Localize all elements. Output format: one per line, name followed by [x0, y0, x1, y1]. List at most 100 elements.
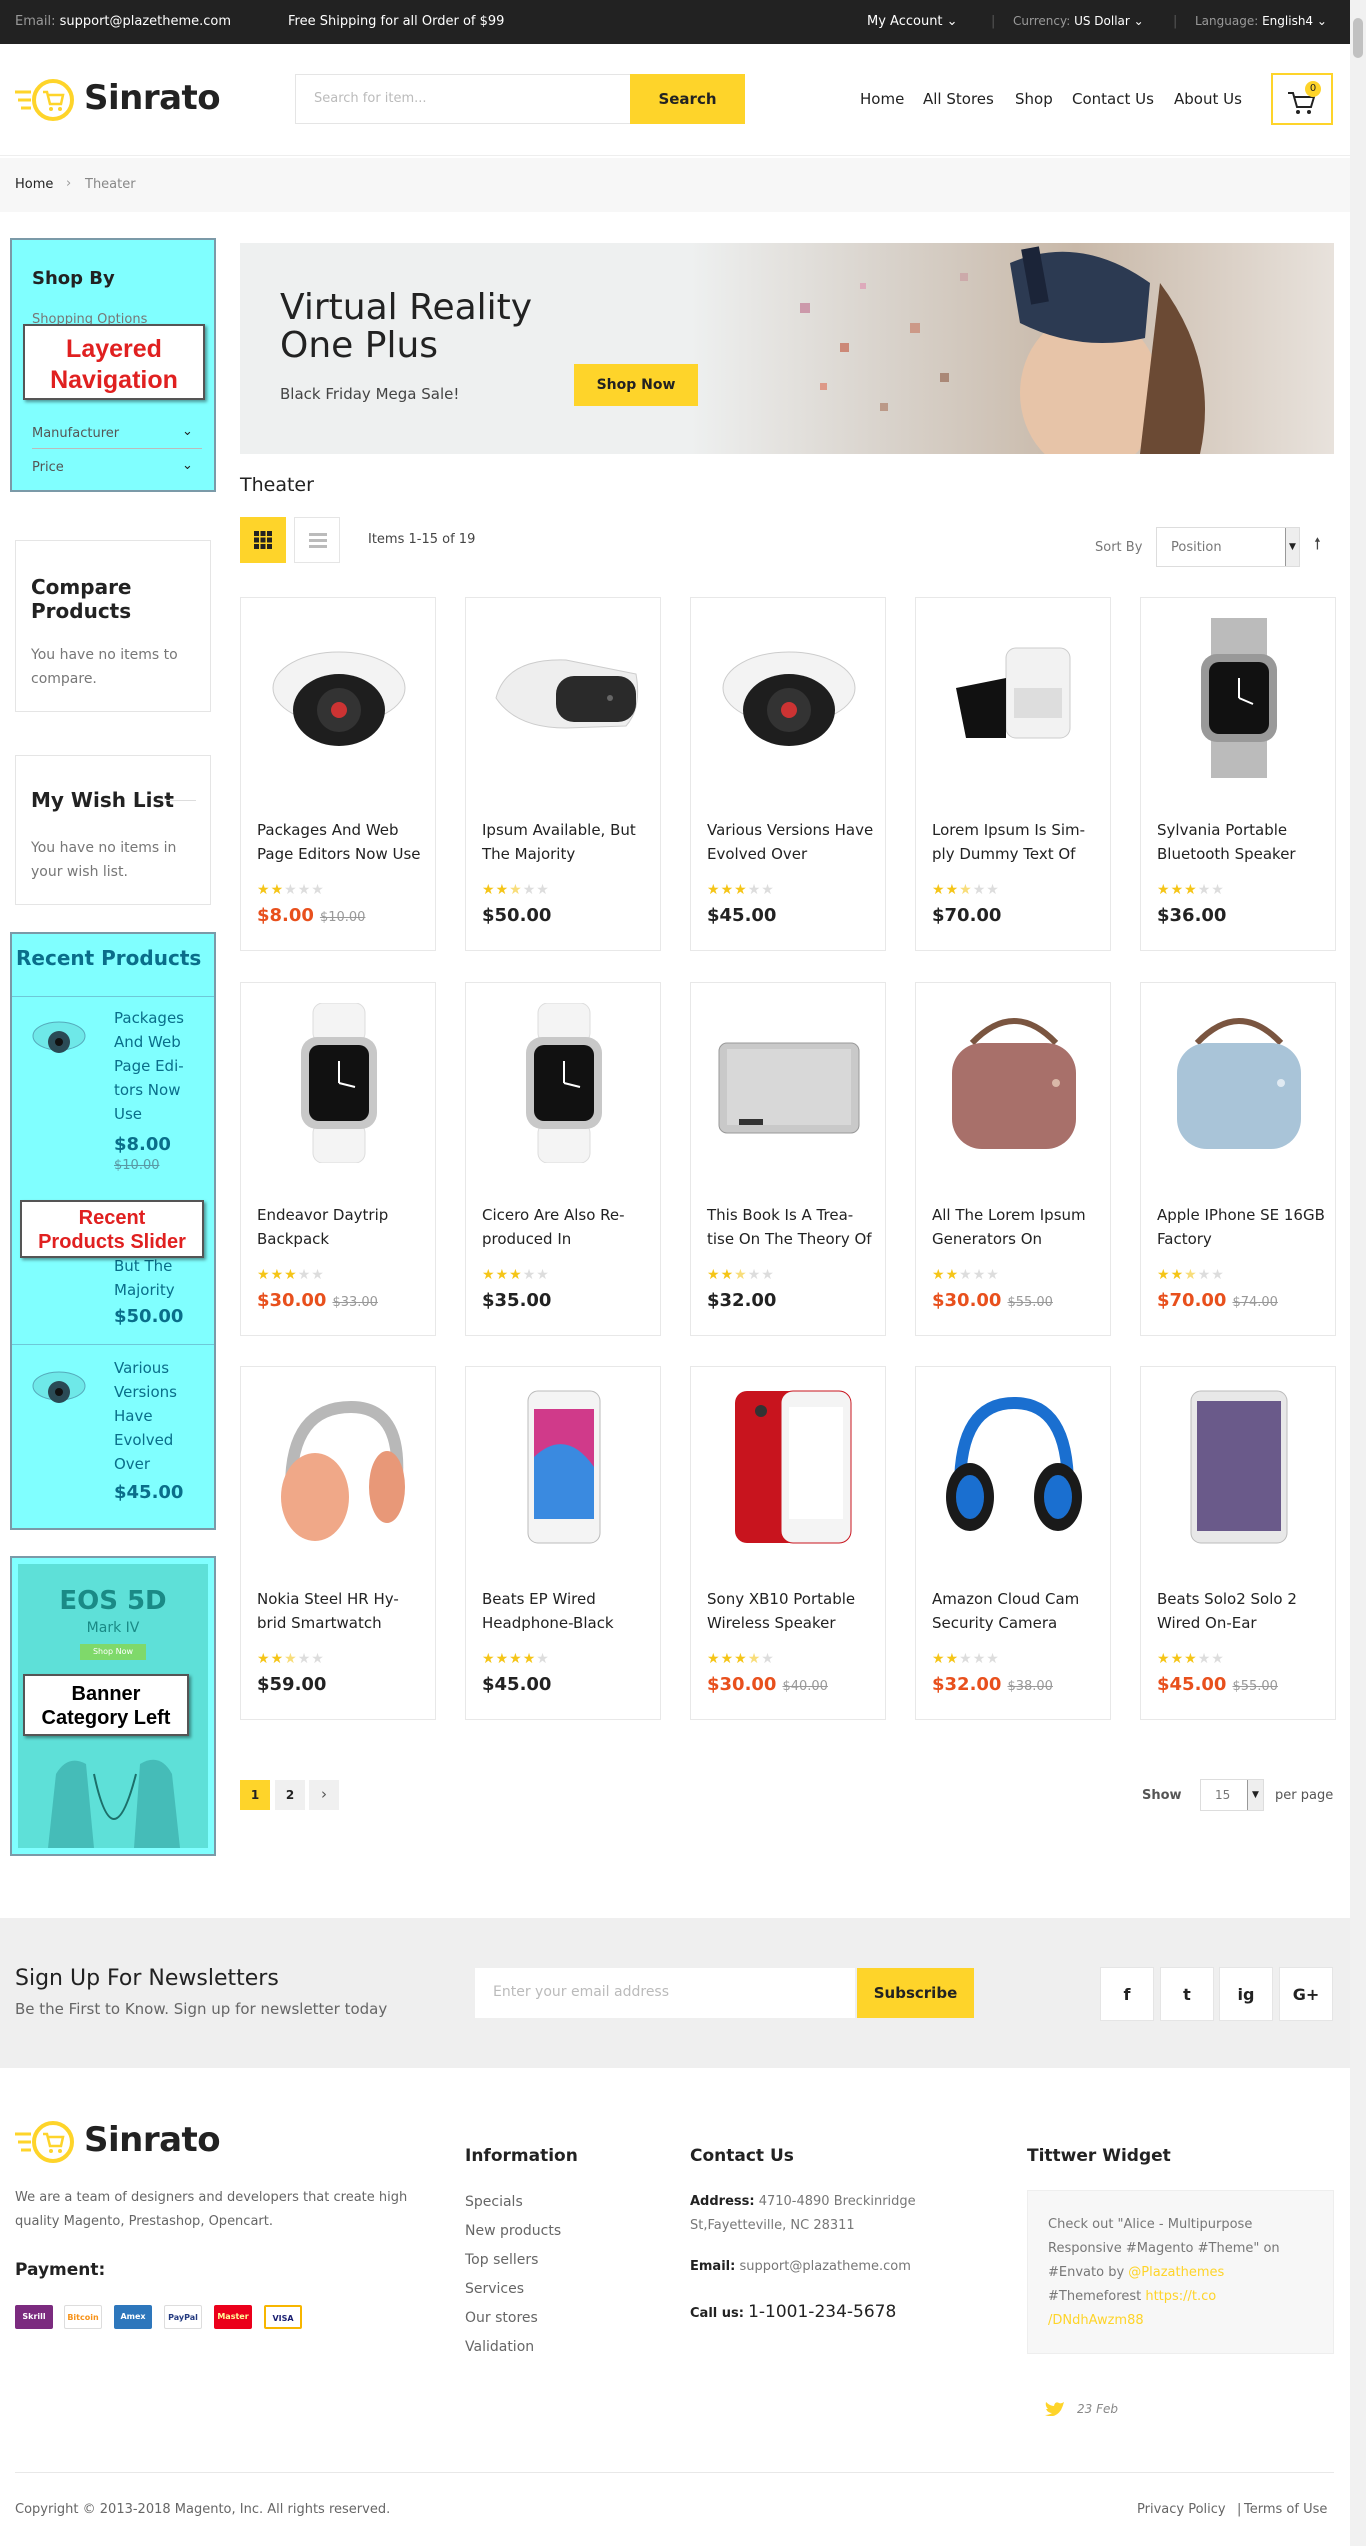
email-value[interactable]: support@plazetheme.com — [60, 14, 231, 29]
product-image-dome-camera-icon[interactable] — [711, 618, 867, 778]
product-name[interactable]: All The Lorem Ipsum Generators On — [932, 1203, 1102, 1251]
product-thumb-dome-camera-icon[interactable] — [30, 1012, 88, 1068]
footer-link-our-stores[interactable]: Our stores — [465, 2310, 538, 2326]
product-name[interactable]: Lorem Ipsum Is Sim-ply Dummy Text Of — [932, 818, 1102, 866]
recent-item-name[interactable]: Various Versions Have Evolved Over — [114, 1356, 177, 1476]
footer-link-new-products[interactable]: New products — [465, 2223, 561, 2239]
cart-logo-icon[interactable] — [15, 78, 77, 122]
breadcrumb-home[interactable]: Home — [15, 177, 53, 192]
product-image-iphone-red-icon[interactable] — [711, 1387, 867, 1547]
product-name[interactable]: Amazon Cloud Cam Security Camera — [932, 1587, 1102, 1635]
vertical-scrollbar[interactable] — [1350, 0, 1366, 2546]
product-image-speaker-blue-icon[interactable] — [1161, 1003, 1317, 1163]
product-name[interactable]: Sylvania Portable Bluetooth Speaker — [1157, 818, 1327, 866]
product-image-vr-headset-white-icon[interactable] — [486, 618, 642, 778]
product-card[interactable]: Endeavor Daytrip Backpack ★★★★★ $30.00 $33.0… — [240, 982, 436, 1336]
nav-home[interactable]: Home — [860, 90, 904, 108]
facebook-icon[interactable]: f — [1100, 1967, 1154, 2021]
limiter-select[interactable]: 15 ▼ — [1200, 1779, 1264, 1811]
product-card[interactable]: Lorem Ipsum Is Sim-ply Dummy Text Of ★★★★… — [915, 597, 1111, 951]
footer-link-services[interactable]: Services — [465, 2281, 524, 2297]
nav-all-stores[interactable]: All Stores — [923, 90, 994, 108]
tweet-url-link[interactable]: /DNdhAwzm88 — [1048, 2309, 1280, 2333]
footer-link-top-sellers[interactable]: Top sellers — [465, 2252, 538, 2268]
product-image-smartwatch-white-icon[interactable] — [486, 1003, 642, 1163]
nav-about-us[interactable]: About Us — [1174, 90, 1242, 108]
product-card[interactable]: Sony XB10 Portable Wireless Speaker ★★★★★ $… — [690, 1366, 886, 1720]
product-image-headphones-blue-icon[interactable] — [936, 1387, 1092, 1547]
recent-item-name[interactable]: Packages And Web Page Edi- tors Now Use — [114, 1006, 184, 1126]
product-card[interactable]: Packages And Web Page Editors Now Use ★★★★… — [240, 597, 436, 951]
nav-contact-us[interactable]: Contact Us — [1072, 90, 1154, 108]
product-name[interactable]: Endeavor Daytrip Backpack — [257, 1203, 427, 1251]
product-name[interactable]: Ipsum Available, But The Majority — [482, 818, 652, 866]
product-name[interactable]: Beats EP Wired Headphone-Black — [482, 1587, 652, 1635]
product-card[interactable]: Ipsum Available, But The Majority ★★★★★ $50… — [465, 597, 661, 951]
product-name[interactable]: This Book Is A Trea-tise On The Theory O… — [707, 1203, 877, 1251]
sort-by-select[interactable]: Position ▼ — [1156, 527, 1300, 567]
product-image-ipad-icon[interactable] — [1161, 1387, 1317, 1547]
product-card[interactable]: Sylvania Portable Bluetooth Speaker ★★★★★ $… — [1140, 597, 1336, 951]
product-image-speaker-brown-icon[interactable] — [936, 1003, 1092, 1163]
product-image-speaker-grey-icon[interactable] — [711, 1003, 867, 1163]
next-page-button[interactable]: › — [309, 1780, 339, 1810]
product-card[interactable]: Cicero Are Also Re-produced In ★★★★★ $35.0… — [465, 982, 661, 1336]
twitter-icon[interactable]: t — [1160, 1967, 1214, 2021]
product-card[interactable]: Amazon Cloud Cam Security Camera ★★★★★ $32.… — [915, 1366, 1111, 1720]
language-dropdown[interactable]: Language: English4 ⌄ — [1195, 14, 1327, 28]
cart-logo-icon[interactable] — [15, 2120, 77, 2164]
product-image-smartwatch-white-icon[interactable] — [261, 1003, 417, 1163]
product-thumb-dome-camera-icon[interactable] — [30, 1362, 88, 1418]
tweet-url-link[interactable]: https://t.co — [1145, 2289, 1216, 2304]
product-image-smartwatch-grey-icon[interactable] — [1161, 618, 1317, 778]
my-account-dropdown[interactable]: My Account ⌄ — [867, 14, 958, 29]
product-name[interactable]: Apple IPhone SE 16GB Factory — [1157, 1203, 1327, 1251]
product-name[interactable]: Cicero Are Also Re-produced In — [482, 1203, 652, 1251]
chevron-down-icon[interactable]: ⌄ — [182, 424, 193, 439]
email-value[interactable]: support@plazatheme.com — [739, 2259, 910, 2274]
product-name[interactable]: Various Versions Have Evolved Over — [707, 818, 877, 866]
product-card[interactable]: Beats EP Wired Headphone-Black ★★★★★ $45.00 — [465, 1366, 661, 1720]
newsletter-email-input[interactable]: Enter your email address — [475, 1968, 855, 2018]
product-name[interactable]: Packages And Web Page Editors Now Use — [257, 818, 427, 866]
product-card[interactable]: Beats Solo2 Solo 2 Wired On-Ear ★★★★★ $45.0… — [1140, 1366, 1336, 1720]
terms-of-use-link[interactable]: Terms of Use — [1244, 2502, 1327, 2517]
page-2-button[interactable]: 2 — [275, 1780, 305, 1810]
google-plus-icon[interactable]: G+ — [1279, 1967, 1333, 2021]
product-card[interactable]: Various Versions Have Evolved Over ★★★★★ $4… — [690, 597, 886, 951]
product-image-vr-headset-black-icon[interactable] — [936, 618, 1092, 778]
privacy-policy-link[interactable]: Privacy Policy — [1137, 2502, 1226, 2517]
product-card[interactable]: This Book Is A Trea-tise On The Theory O… — [690, 982, 886, 1336]
product-image-iphone-silver-icon[interactable] — [486, 1387, 642, 1547]
filter-manufacturer[interactable]: Manufacturer — [32, 426, 119, 441]
recent-item-name[interactable]: But The Majority — [114, 1254, 175, 1302]
scrollbar-thumb[interactable] — [1353, 18, 1363, 58]
mini-cart-button[interactable]: 0 — [1271, 73, 1333, 125]
page-1-button[interactable]: 1 — [240, 1780, 270, 1810]
list-view-button[interactable] — [294, 517, 340, 563]
product-name[interactable]: Nokia Steel HR Hy-brid Smartwatch — [257, 1587, 427, 1635]
category-hero-banner[interactable]: Virtual Reality One Plus Black Friday Me… — [240, 243, 1334, 454]
subscribe-button[interactable]: Subscribe — [857, 1968, 974, 2018]
product-name[interactable]: Sony XB10 Portable Wireless Speaker — [707, 1587, 877, 1635]
filter-price[interactable]: Price — [32, 460, 64, 475]
footer-link-specials[interactable]: Specials — [465, 2194, 523, 2210]
product-card[interactable]: All The Lorem Ipsum Generators On ★★★★★ $30… — [915, 982, 1111, 1336]
currency-dropdown[interactable]: Currency: US Dollar ⌄ — [1013, 14, 1144, 28]
product-card[interactable]: Apple IPhone SE 16GB Factory ★★★★★ $70.00 $7… — [1140, 982, 1336, 1336]
search-button[interactable]: Search — [630, 74, 745, 124]
chevron-down-icon[interactable]: ⌄ — [182, 458, 193, 473]
banner-shop-now-button[interactable]: Shop Now — [80, 1644, 146, 1660]
sort-direction-arrow-icon[interactable]: 🠕 — [1314, 533, 1321, 560]
instagram-icon[interactable]: ig — [1219, 1967, 1273, 2021]
grid-view-button[interactable] — [240, 517, 286, 563]
footer-link-validation[interactable]: Validation — [465, 2339, 534, 2355]
footer-logo-text[interactable]: Sinrato — [84, 2120, 221, 2160]
logo-text[interactable]: Sinrato — [84, 78, 221, 118]
tweet-mention-link[interactable]: @Plazathemes — [1128, 2265, 1224, 2280]
nav-shop[interactable]: Shop — [1015, 90, 1053, 108]
product-name[interactable]: Beats Solo2 Solo 2 Wired On-Ear — [1157, 1587, 1327, 1635]
product-image-dome-camera-icon[interactable] — [261, 618, 417, 778]
product-image-headphones-peach-icon[interactable] — [261, 1387, 417, 1547]
hero-shop-now-button[interactable]: Shop Now — [574, 364, 698, 406]
